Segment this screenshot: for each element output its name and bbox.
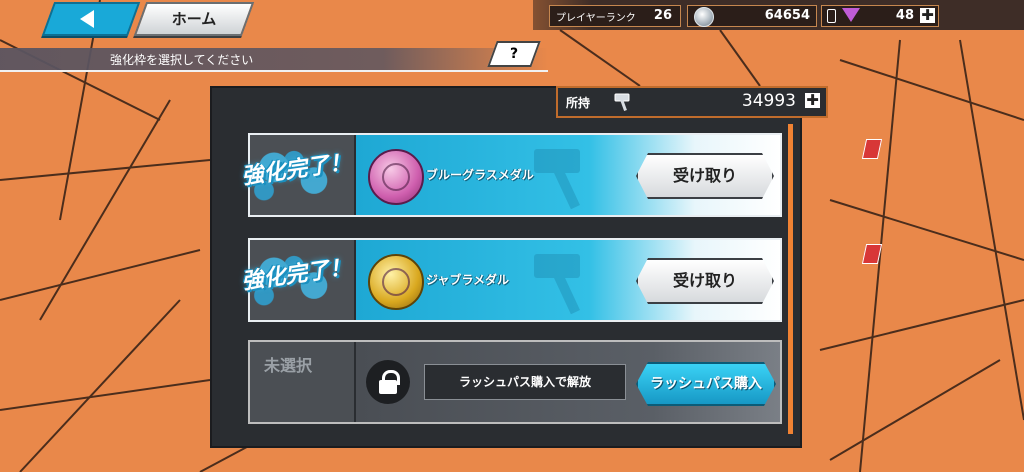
hammer-icon [614,93,630,111]
player-rank-box: プレイヤーランク 26 [549,5,681,27]
medal-name: ブルーグラスメダル [426,168,534,182]
enhance-slot-1[interactable]: 強化完了！ ブルーグラスメダル 受け取り [240,133,883,217]
lock-icon [366,360,410,404]
receive-button[interactable]: 受け取り [636,153,774,199]
unselected-label: 未選択 [264,356,313,375]
owned-value: 34993 [741,91,796,111]
player-rank-value: 26 [653,8,672,23]
coin-icon [694,7,714,27]
medal-icon [368,149,424,205]
buy-rush-pass-label: ラッシュパス購入 [650,376,762,392]
owned-label: 所持 [566,96,591,110]
enhance-slot-2[interactable]: 強化完了！ ジャブラメダル 受け取り [240,238,883,322]
slot-content: ブルーグラスメダル 受け取り [356,135,883,215]
back-arrow-icon [80,10,94,28]
help-button[interactable]: ? [487,41,541,67]
slot-status-cell: 強化完了！ [240,135,354,215]
unlock-condition-box: ラッシュパス購入で解放 [424,364,626,400]
gem-value: 48 [895,8,914,23]
gem-icon [842,8,860,22]
coin-box: 64654 [687,5,817,27]
home-button-label: ホーム [171,10,217,28]
scrollbar-thumb[interactable] [788,124,793,434]
coin-value: 64654 [764,8,810,23]
medal-emblem-icon [382,163,410,191]
receive-button-label: 受け取り [672,271,737,290]
home-button[interactable]: ホーム [133,2,255,36]
unlock-condition-text: ラッシュパス購入で解放 [458,375,591,389]
owned-hammers-bar: 所持 34993 ✚ [556,86,828,118]
phone-icon [827,9,836,23]
buy-hammers-button[interactable]: ✚ [805,93,820,108]
slot-content: ラッシュパス購入で解放 ラッシュパス購入 [356,342,780,422]
status-bar: プレイヤーランク 26 64654 48 ✚ [533,0,1024,30]
instruction-text: 強化枠を選択してください [110,53,254,67]
receive-button[interactable]: 受け取り [636,258,774,304]
slot-status-cell: 強化完了！ [240,240,354,320]
hammer-watermark-icon [534,149,580,210]
player-rank-label: プレイヤーランク [556,13,636,24]
lock-body [379,380,397,394]
hammer-watermark-icon [534,254,580,315]
slot-content: ジャブラメダル 受け取り [356,240,883,320]
help-icon: ? [509,46,519,62]
enhance-slot-3[interactable]: 未選択 ラッシュパス購入で解放 ラッシュパス購入 [248,340,782,424]
medal-emblem-icon [382,268,410,296]
buy-rush-pass-button[interactable]: ラッシュパス購入 [636,362,776,406]
buy-gems-button[interactable]: ✚ [920,8,935,23]
medal-icon [368,254,424,310]
medal-name: ジャブラメダル [426,273,510,287]
back-button[interactable] [41,2,141,36]
gem-box: 48 ✚ [821,5,939,27]
receive-button-label: 受け取り [672,166,737,185]
instruction-bar: 強化枠を選択してください [0,48,548,72]
slot-status-cell: 未選択 [250,342,354,422]
